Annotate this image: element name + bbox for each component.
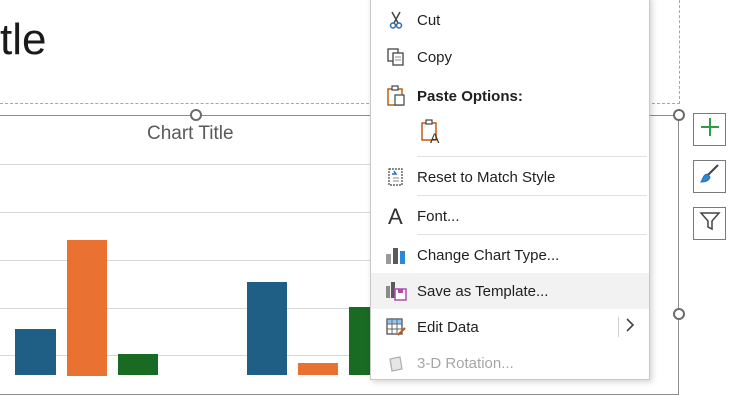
rotation-3d-icon [385, 352, 407, 374]
edit-data-icon [385, 316, 407, 338]
menu-separator [417, 156, 647, 157]
copy-icon [385, 46, 407, 68]
menu-item-copy-label: Copy [417, 48, 453, 66]
menu-item-paste-keep-text[interactable]: A [371, 112, 649, 152]
chart-bar-series1[interactable] [247, 282, 287, 375]
menu-item-cut[interactable]: Cut [371, 2, 649, 38]
scissors-icon [385, 9, 407, 31]
menu-item-3d-rotation-label: 3-D Rotation... [417, 354, 514, 372]
menu-separator [417, 195, 647, 196]
menu-item-font-label: Font... [417, 207, 460, 225]
save-template-icon [385, 280, 407, 302]
menu-item-save-as-template[interactable]: Save as Template... [371, 273, 649, 309]
menu-item-paste-options-label: Paste Options: [417, 87, 523, 105]
menu-item-copy[interactable]: Copy [371, 39, 649, 75]
chart-bar-series2[interactable] [298, 363, 338, 375]
chart-styles-button[interactable] [693, 160, 726, 193]
svg-text:A: A [388, 205, 403, 227]
menu-item-edit-data[interactable]: Edit Data [371, 309, 649, 345]
submenu-divider [618, 317, 619, 337]
chart-bar-series2[interactable] [67, 240, 107, 376]
chart-bar-series3[interactable] [349, 307, 370, 375]
paste-icon [385, 85, 407, 107]
menu-item-font[interactable]: A Font... [371, 198, 649, 234]
menu-item-change-chart-type[interactable]: Change Chart Type... [371, 237, 649, 273]
chart-resize-handle-top-right[interactable] [673, 109, 685, 121]
chart-plot-area [0, 0, 370, 376]
chart-elements-button[interactable] [693, 113, 726, 146]
brush-icon [699, 163, 721, 190]
menu-item-reset-to-match-style[interactable]: Reset to Match Style [371, 159, 649, 195]
menu-item-save-as-template-label: Save as Template... [417, 282, 549, 300]
chart-filters-button[interactable] [693, 207, 726, 240]
chevron-right-icon[interactable] [625, 317, 635, 337]
menu-item-3d-rotation: 3-D Rotation... [371, 345, 649, 381]
chart-resize-handle-right[interactable] [673, 308, 685, 320]
chart-type-icon [385, 244, 407, 266]
menu-item-change-chart-type-label: Change Chart Type... [417, 246, 560, 264]
reset-style-icon [385, 166, 407, 188]
menu-separator [417, 234, 647, 235]
paste-keep-text-only-icon: A [419, 119, 445, 145]
menu-item-reset-to-match-style-label: Reset to Match Style [417, 168, 556, 186]
menu-item-paste-options: Paste Options: [371, 78, 649, 114]
chart-bar-series3[interactable] [118, 354, 158, 375]
menu-item-cut-label: Cut [417, 11, 441, 29]
chart-bar-series1[interactable] [15, 329, 56, 375]
filter-icon [698, 210, 721, 237]
plus-icon [699, 116, 721, 143]
context-menu: Cut Copy Paste Options: A Reset to Match… [370, 0, 650, 380]
menu-item-edit-data-label: Edit Data [417, 318, 479, 336]
font-icon: A [385, 205, 407, 227]
svg-text:A: A [430, 130, 440, 145]
